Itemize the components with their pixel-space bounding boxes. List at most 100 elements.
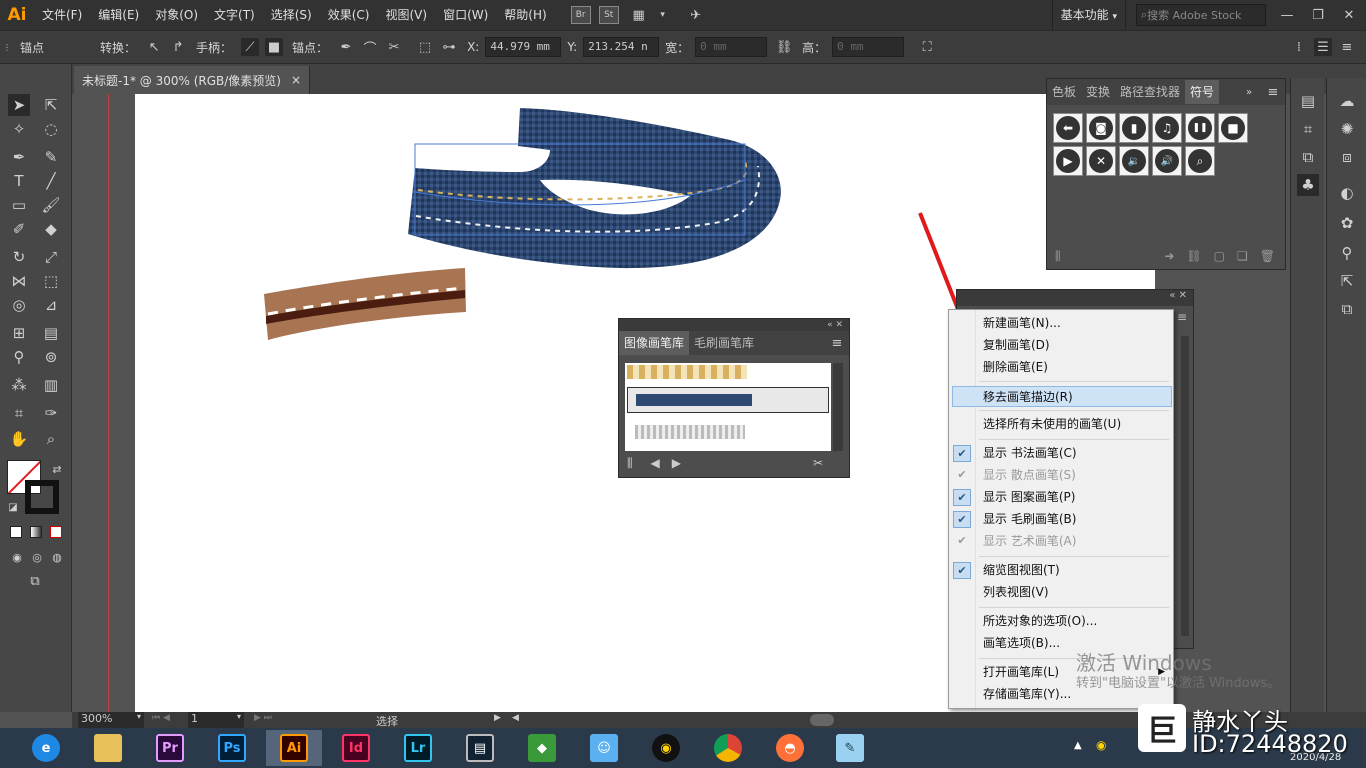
taskbar-qq[interactable]: ◉ [646, 730, 686, 766]
symbol-camera[interactable]: ◙ [1086, 113, 1116, 143]
x-field[interactable]: 44.979 mm [485, 37, 562, 57]
document-tab[interactable]: 未标题-1* @ 300% (RGB/像素预览) × [74, 66, 310, 94]
show-handles-icon[interactable]: ⟋ [241, 38, 260, 56]
default-colors-icon[interactable]: ◪ [2, 496, 24, 518]
gpu-performance-icon[interactable]: ✈ [687, 6, 705, 24]
rotate-tool-icon[interactable]: ↻ [8, 246, 30, 268]
taskbar-notes[interactable]: ✎ [830, 730, 870, 766]
cut-path-icon[interactable]: ✂ [385, 38, 403, 56]
draw-inside-icon[interactable]: ◍ [46, 546, 68, 568]
gradient-mode-button[interactable] [30, 526, 42, 538]
control-menu-icon[interactable]: ≡ [1338, 38, 1356, 56]
menu-remove-brush-stroke[interactable]: 移去画笔描边(R) [952, 386, 1172, 407]
menu-window[interactable]: 窗口(W) [435, 0, 496, 30]
color-guide-icon[interactable]: ✿ [1336, 212, 1358, 234]
layers-panel-icon[interactable]: ⧉ [1336, 298, 1358, 320]
taskbar-chrome[interactable] [708, 730, 748, 766]
symbol-play[interactable]: ▶ [1053, 146, 1083, 176]
menu-object[interactable]: 对象(O) [147, 0, 206, 30]
taskbar-photoshop[interactable]: Ps [212, 730, 252, 766]
taskbar-video-editor[interactable]: ▤ [460, 730, 500, 766]
shape-builder-tool-icon[interactable]: ◎ [8, 294, 30, 316]
panel-menu-icon[interactable]: ⁞ [1290, 38, 1308, 56]
hand-tool-icon[interactable]: ✋ [8, 428, 30, 450]
menu-list-view[interactable]: 列表视图(V) [949, 582, 1173, 603]
menu-help[interactable]: 帮助(H) [496, 0, 554, 30]
direct-selection-tool-icon[interactable]: ⇱ [40, 94, 62, 116]
brush-list-scrollbar[interactable] [833, 363, 843, 451]
menu-type[interactable]: 文字(T) [206, 0, 263, 30]
new-symbol-icon[interactable]: ❏ [1237, 249, 1248, 263]
connect-anchor-icon[interactable]: ⌒ [361, 38, 379, 57]
brushes-scrollbar[interactable] [1181, 336, 1189, 636]
gradient-tool-icon[interactable]: ▤ [40, 322, 62, 344]
tab-image-brush-library[interactable]: 图像画笔库 [619, 331, 690, 355]
panel-menu-icon[interactable]: ≡ [1264, 83, 1282, 101]
delete-symbol-icon[interactable]: 🗑 [1260, 249, 1275, 263]
menu-show-scatter[interactable]: ✔ 显示 散点画笔(S) [949, 465, 1173, 486]
symbol-sprayer-tool-icon[interactable]: ⁂ [8, 374, 30, 396]
menu-thumbnail-view[interactable]: ✔ 缩览图视图(T) [949, 560, 1173, 581]
mesh-tool-icon[interactable]: ⊞ [8, 322, 30, 344]
close-icon[interactable]: × [291, 73, 301, 87]
eraser-tool-icon[interactable]: ◆ [40, 218, 62, 240]
tray-qq-icon[interactable]: ◉ [1096, 738, 1106, 752]
menu-edit[interactable]: 编辑(E) [90, 0, 147, 30]
panel-expand-icon[interactable]: » [1240, 83, 1258, 101]
symbol-volume-high[interactable]: 🔊 [1152, 146, 1182, 176]
color-mode-button[interactable] [10, 526, 22, 538]
menu-show-art[interactable]: ✔ 显示 艺术画笔(A) [949, 531, 1173, 552]
horizontal-scrollbar-thumb[interactable] [810, 714, 834, 726]
brush-list[interactable] [625, 363, 831, 451]
zoom-tool-icon[interactable]: ⌕ [40, 428, 62, 450]
lasso-tool-icon[interactable]: ◌ [40, 118, 62, 140]
pathfinder-panel-icon[interactable]: ⧉ [1297, 146, 1319, 168]
width-field[interactable]: 0 mm [695, 37, 768, 57]
bridge-button[interactable]: Br [570, 6, 591, 24]
menu-show-calligraphic[interactable]: ✔ 显示 书法画笔(C) [949, 443, 1173, 464]
menu-select-unused-brushes[interactable]: 选择所有未使用的画笔(U) [949, 414, 1173, 435]
taskbar-firefox[interactable]: ◓ [770, 730, 810, 766]
magic-wand-tool-icon[interactable]: ✧ [8, 118, 30, 140]
cc-libraries-icon[interactable]: ☁ [1336, 90, 1358, 112]
swap-colors-icon[interactable]: ⇄ [46, 458, 68, 480]
align-panel-icon[interactable]: ☰ [1314, 38, 1332, 56]
symbol-music[interactable]: ♫ [1152, 113, 1182, 143]
graphic-styles-icon[interactable]: ⧈ [1336, 146, 1358, 168]
symbol-libraries-icon[interactable]: ⫼ [1055, 249, 1061, 264]
stroke-swatch[interactable] [25, 480, 59, 514]
free-transform-tool-icon[interactable]: ⬚ [40, 270, 62, 292]
delete-brush-icon[interactable]: ✂ [813, 456, 823, 470]
leather-brush-stroke[interactable] [260, 264, 470, 344]
workspace-switcher[interactable]: 基本功能 ▾ [1051, 0, 1126, 30]
menu-view[interactable]: 视图(V) [377, 0, 435, 30]
scale-tool-icon[interactable]: ⤢ [40, 246, 62, 268]
tab-symbols[interactable]: 符号 [1185, 80, 1220, 104]
remove-anchor-icon[interactable]: ✒ [337, 38, 355, 56]
eyedropper-tool-icon[interactable]: ⚲ [8, 346, 30, 368]
gradient-panel-icon[interactable]: ◐ [1336, 182, 1358, 204]
menu-delete-brush[interactable]: 删除画笔(E) [949, 357, 1173, 378]
panel-menu-icon[interactable]: ≡ [1177, 310, 1187, 324]
taskbar-game[interactable]: ◆ [522, 730, 562, 766]
align-icon[interactable]: ⊶ [440, 38, 458, 56]
convert-corner-icon[interactable]: ↖ [145, 38, 163, 56]
height-field[interactable]: 0 mm [832, 37, 905, 57]
symbol-pause[interactable]: ❚❚ [1185, 113, 1215, 143]
menu-effect[interactable]: 效果(C) [320, 0, 378, 30]
menu-file[interactable]: 文件(F) [34, 0, 90, 30]
taskbar-explorer[interactable] [88, 730, 128, 766]
export-panel-icon[interactable]: ⇱ [1336, 270, 1358, 292]
taskbar-premiere[interactable]: Pr [150, 730, 190, 766]
screen-mode-icon[interactable]: ⧉ [24, 570, 46, 592]
artboard-number-field[interactable]: 1 ▾ [188, 712, 244, 728]
isolate-icon[interactable]: ⬚ [416, 38, 434, 56]
brushes-panel-icon[interactable]: ⚲ [1336, 242, 1358, 264]
next-library-icon[interactable]: ▶ [672, 456, 681, 470]
menu-selected-object-options[interactable]: 所选对象的选项(O)... [949, 611, 1173, 632]
tab-transform[interactable]: 变换 [1081, 80, 1115, 104]
symbols-panel-icon[interactable]: ♣ [1297, 174, 1319, 196]
panel-menu-icon[interactable]: ≡ [828, 334, 846, 352]
symbol-search[interactable]: ⌕ [1185, 146, 1215, 176]
symbol-options-icon[interactable]: ▢ [1214, 249, 1225, 263]
